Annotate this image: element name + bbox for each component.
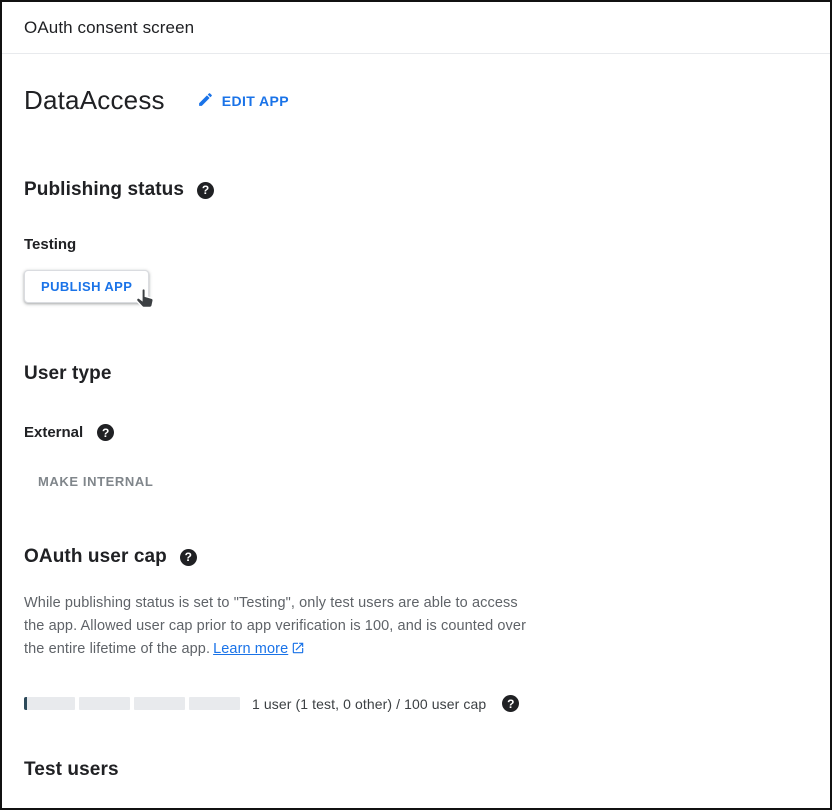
app-name: DataAccess bbox=[24, 85, 165, 116]
external-link-icon bbox=[291, 640, 305, 663]
test-users-heading: Test users bbox=[24, 759, 808, 781]
learn-more-link[interactable]: Learn more bbox=[213, 641, 288, 657]
user-cap-help-icon[interactable]: ? bbox=[502, 695, 519, 712]
app-header-row: DataAccess EDIT APP bbox=[24, 85, 808, 116]
progress-segment bbox=[79, 697, 130, 710]
pencil-icon bbox=[197, 91, 214, 111]
progress-segment bbox=[24, 697, 75, 710]
user-cap-usage-row: 1 user (1 test, 0 other) / 100 user cap … bbox=[24, 695, 808, 712]
test-users-section: Test users bbox=[24, 759, 808, 781]
test-users-heading-text: Test users bbox=[24, 759, 119, 781]
publish-app-button-wrap: PUBLISH APP bbox=[24, 270, 149, 303]
user-type-help-icon[interactable]: ? bbox=[97, 424, 114, 441]
main-content: DataAccess EDIT APP Publishing status ? … bbox=[2, 85, 830, 781]
publishing-status-value: Testing bbox=[24, 236, 808, 253]
edit-app-button[interactable]: EDIT APP bbox=[195, 87, 291, 115]
user-cap-progress-bar bbox=[24, 697, 240, 710]
user-type-value-row: External ? bbox=[24, 424, 808, 441]
page-title: OAuth consent screen bbox=[24, 18, 194, 38]
edit-app-label: EDIT APP bbox=[222, 93, 289, 109]
user-type-heading-text: User type bbox=[24, 363, 112, 385]
page-header: OAuth consent screen bbox=[2, 2, 830, 54]
oauth-consent-screen-page: OAuth consent screen DataAccess EDIT APP… bbox=[0, 0, 832, 810]
oauth-user-cap-description: While publishing status is set to "Testi… bbox=[24, 592, 808, 663]
oauth-user-cap-heading-text: OAuth user cap bbox=[24, 546, 167, 568]
publish-app-button[interactable]: PUBLISH APP bbox=[24, 270, 149, 303]
progress-segment bbox=[189, 697, 240, 710]
publishing-status-section: Publishing status ? Testing PUBLISH APP bbox=[24, 179, 808, 303]
user-cap-usage-text: 1 user (1 test, 0 other) / 100 user cap bbox=[252, 696, 486, 712]
oauth-user-cap-help-icon[interactable]: ? bbox=[180, 549, 197, 566]
make-internal-button[interactable]: MAKE INTERNAL bbox=[38, 470, 153, 493]
user-type-value: External bbox=[24, 424, 83, 441]
oauth-user-cap-heading: OAuth user cap ? bbox=[24, 546, 808, 568]
user-type-heading: User type bbox=[24, 363, 808, 385]
progress-segment bbox=[134, 697, 185, 710]
user-type-section: User type External ? MAKE INTERNAL bbox=[24, 363, 808, 493]
publishing-status-heading-text: Publishing status bbox=[24, 179, 184, 201]
publishing-status-help-icon[interactable]: ? bbox=[197, 182, 214, 199]
publishing-status-heading: Publishing status ? bbox=[24, 179, 808, 201]
oauth-user-cap-section: OAuth user cap ? While publishing status… bbox=[24, 546, 808, 712]
user-cap-progress-fill bbox=[24, 697, 27, 710]
